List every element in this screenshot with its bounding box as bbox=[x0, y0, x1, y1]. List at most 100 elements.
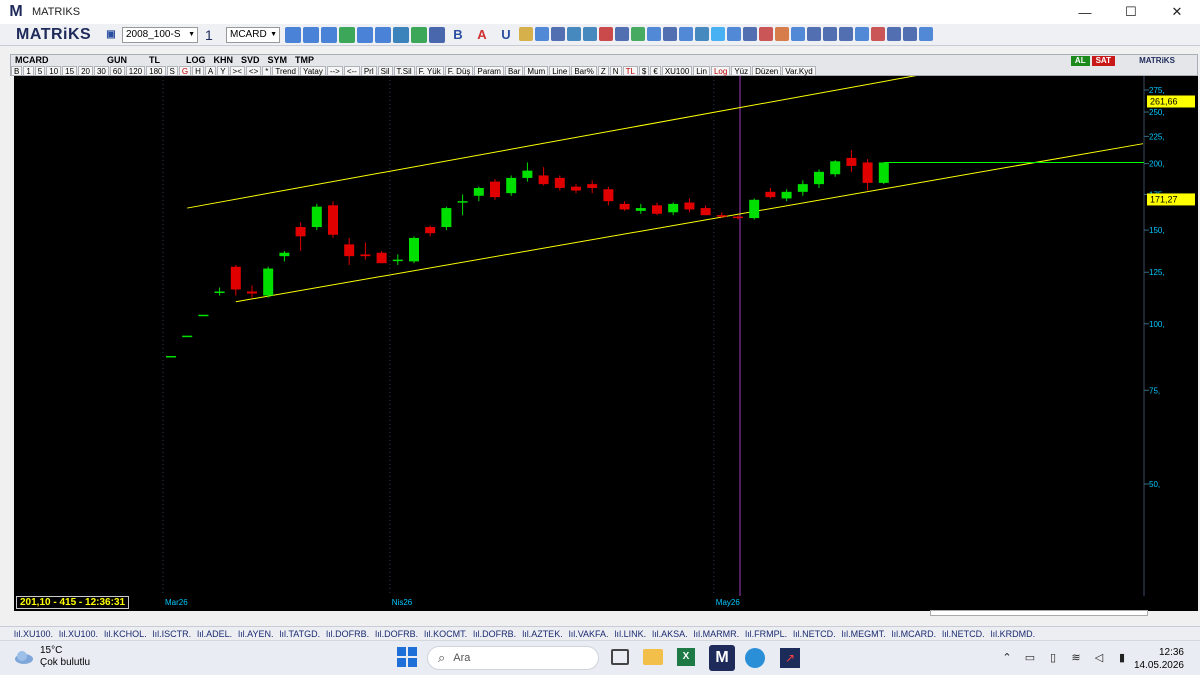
chart-cmd-button[interactable]: Trend bbox=[272, 65, 299, 76]
chart-cmd-button[interactable]: Bar bbox=[504, 65, 524, 76]
portfolio-icon[interactable] bbox=[393, 26, 409, 43]
screen-icon[interactable]: ▭ bbox=[1023, 650, 1037, 664]
symbol-shortcut[interactable]: lıl.FRMPL. bbox=[745, 629, 787, 639]
chart-cmd-button[interactable]: Var.Kyd bbox=[782, 65, 816, 76]
chart-cmd-button[interactable]: Sil bbox=[377, 65, 393, 76]
calculator-icon[interactable] bbox=[903, 26, 917, 41]
symbol-shortcut[interactable]: lıl.TATGD. bbox=[279, 629, 320, 639]
chevron-up-icon[interactable]: ⌃ bbox=[1000, 650, 1014, 664]
chart-cmd-button[interactable]: 60 bbox=[109, 65, 125, 76]
chart-cmd-button[interactable]: 30 bbox=[93, 65, 109, 76]
bars-icon[interactable] bbox=[679, 26, 693, 41]
save-icon[interactable]: ▣ bbox=[103, 27, 119, 43]
minimize-button[interactable]: — bbox=[1062, 0, 1108, 24]
chart-cmd-button[interactable]: 10 bbox=[46, 65, 62, 76]
price-chart[interactable]: 275,250,225,200,175,150,125,100,75,50,26… bbox=[14, 76, 1198, 611]
symbol-shortcut[interactable]: lıl.KCHOL. bbox=[104, 629, 147, 639]
taskbar-search-box[interactable]: ⌕ Ara bbox=[427, 646, 599, 670]
excel-icon[interactable]: X bbox=[677, 648, 695, 666]
flag-icon[interactable] bbox=[663, 26, 677, 41]
book-icon[interactable] bbox=[695, 26, 709, 41]
phone-icon[interactable] bbox=[887, 26, 901, 41]
chart-cmd-button[interactable]: Yatay bbox=[299, 65, 326, 76]
symbol-shortcut[interactable]: lıl.NETCD. bbox=[793, 629, 836, 639]
symbol-shortcut[interactable]: lıl.XU100. bbox=[14, 629, 53, 639]
news-icon[interactable] bbox=[357, 26, 373, 43]
tab-sym[interactable]: SYM bbox=[264, 55, 292, 65]
chart-cmd-button[interactable]: <> bbox=[245, 65, 262, 76]
chart-cmd-button[interactable]: 120 bbox=[125, 65, 146, 76]
weather-widget[interactable]: 15°C Çok bulutlu bbox=[14, 645, 90, 669]
chart-cmd-button[interactable]: 5 bbox=[34, 65, 46, 76]
edge-icon[interactable] bbox=[745, 648, 765, 668]
symbol-select[interactable]: MCARD ▼ bbox=[226, 26, 280, 43]
chart-cmd-button[interactable]: € bbox=[650, 65, 661, 76]
chart-cmd-button[interactable]: Y bbox=[217, 65, 229, 76]
candle-chart-icon[interactable] bbox=[321, 26, 337, 43]
template-select[interactable]: 2008_100-S ▼ bbox=[122, 26, 198, 43]
symbol-shortcut[interactable]: lıl.MCARD. bbox=[892, 629, 937, 639]
scroll-icon[interactable] bbox=[759, 26, 773, 41]
price-chart-svg[interactable]: 275,250,225,200,175,150,125,100,75,50,26… bbox=[14, 76, 1198, 611]
monitor-icon[interactable]: ▯ bbox=[1046, 650, 1060, 664]
cursor-icon[interactable] bbox=[303, 26, 319, 43]
symbol-shortcut[interactable]: lıl.ADEL. bbox=[197, 629, 232, 639]
chart-cmd-button[interactable]: <-- bbox=[343, 65, 360, 76]
chart-cmd-button[interactable]: Mum bbox=[524, 65, 549, 76]
chart-cmd-button[interactable]: Log bbox=[710, 65, 731, 76]
chart-cmd-button[interactable]: Bar% bbox=[571, 65, 597, 76]
image-icon[interactable] bbox=[775, 26, 789, 41]
help-icon[interactable] bbox=[855, 26, 869, 41]
chart-cmd-button[interactable]: XU100 bbox=[661, 65, 693, 76]
chart-cmd-button[interactable]: 15 bbox=[62, 65, 78, 76]
tab-khn[interactable]: KHN bbox=[210, 55, 238, 65]
start-button[interactable] bbox=[395, 645, 419, 672]
chart-app-icon[interactable]: ↗ bbox=[780, 648, 800, 668]
close-button[interactable]: ✕ bbox=[1154, 0, 1200, 24]
symbol-shortcut[interactable]: lıl.XU100. bbox=[59, 629, 98, 639]
symbol-shortcut[interactable]: lıl.AKSA. bbox=[652, 629, 688, 639]
chart-cmd-button[interactable]: B bbox=[11, 65, 23, 76]
file-explorer-icon[interactable] bbox=[643, 649, 663, 665]
tab-log[interactable]: LOG bbox=[182, 55, 210, 65]
chart-cmd-button[interactable]: Param bbox=[474, 65, 504, 76]
cloud-icon[interactable] bbox=[727, 26, 741, 41]
zoom-icon[interactable] bbox=[285, 26, 301, 43]
symbol-shortcut[interactable]: lıl.MEGMT. bbox=[842, 629, 886, 639]
chart-cmd-button[interactable]: H bbox=[192, 65, 204, 76]
chart-cmd-button[interactable]: F. Yük bbox=[415, 65, 444, 76]
user-icon[interactable] bbox=[615, 26, 629, 41]
clock[interactable]: 12:36 14.05.2026 bbox=[1134, 646, 1184, 672]
maximize-button[interactable]: ☐ bbox=[1108, 0, 1154, 24]
gauge-icon[interactable] bbox=[519, 26, 533, 41]
chart-cmd-button[interactable]: --> bbox=[326, 65, 343, 76]
tab-tmp[interactable]: TMP bbox=[291, 55, 318, 65]
chart-cmd-button[interactable]: Lin bbox=[693, 65, 710, 76]
format-u-button[interactable]: U bbox=[495, 27, 517, 43]
chart-cmd-button[interactable]: Line bbox=[549, 65, 571, 76]
chart-cmd-button[interactable]: >< bbox=[229, 65, 245, 76]
mail-icon[interactable] bbox=[871, 26, 885, 41]
people-icon[interactable] bbox=[743, 26, 757, 41]
fx-icon[interactable] bbox=[599, 26, 613, 41]
symbol-shortcut[interactable]: lıl.NETCD. bbox=[942, 629, 985, 639]
music-icon[interactable] bbox=[583, 26, 597, 41]
chart-cmd-button[interactable]: T.Sil bbox=[393, 65, 415, 76]
grid-icon[interactable] bbox=[823, 26, 837, 41]
table-icon[interactable] bbox=[429, 26, 445, 43]
symbol-shortcut[interactable]: lıl.AYEN. bbox=[238, 629, 273, 639]
symbol-shortcut[interactable]: lıl.ISCTR. bbox=[153, 629, 192, 639]
twitter-icon[interactable] bbox=[711, 26, 725, 41]
chart-cmd-button[interactable]: TL bbox=[622, 65, 638, 76]
chart-cmd-button[interactable]: 180 bbox=[146, 65, 166, 76]
symbol-shortcut[interactable]: lıl.DOFRB. bbox=[326, 629, 369, 639]
settings-icon[interactable] bbox=[807, 26, 821, 41]
chart-cmd-button[interactable]: 1 bbox=[23, 65, 34, 76]
symbol-shortcut[interactable]: lıl.DOFRB. bbox=[473, 629, 516, 639]
chart-cmd-button[interactable]: Z bbox=[597, 65, 609, 76]
clock-icon[interactable] bbox=[375, 26, 391, 43]
calendar-icon[interactable] bbox=[647, 26, 661, 41]
chart-cmd-button[interactable]: G bbox=[178, 65, 192, 76]
buy-button[interactable]: AL bbox=[1070, 56, 1090, 66]
bell-icon[interactable] bbox=[839, 26, 853, 41]
